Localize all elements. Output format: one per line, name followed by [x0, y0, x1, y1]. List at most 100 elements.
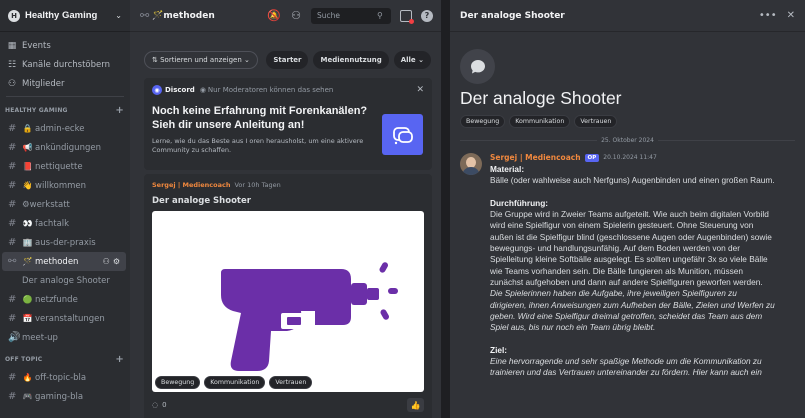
post-author[interactable]: Sergej | Mediencoach — [152, 181, 230, 189]
channel-item[interactable]: # 🔥 off-topic-bla — [2, 368, 126, 387]
add-channel-icon[interactable]: + — [115, 354, 124, 365]
channel-item[interactable]: # ⚙werkstatt — [2, 195, 126, 214]
channel-name: netzfunde — [35, 294, 78, 305]
server-header[interactable]: H Healthy Gaming ⌄ — [0, 0, 130, 32]
channel-item[interactable]: # 📢 ankündigungen — [2, 138, 126, 157]
tag-chip[interactable]: Bewegung — [460, 115, 506, 128]
forum-icon: ⚯ — [140, 9, 150, 22]
channel-emoji: 📅 — [22, 314, 33, 323]
search-icon: ⚲ — [377, 11, 383, 20]
notice-text: Lerne, wie du das Beste aus I oren herau… — [152, 137, 364, 154]
channel-emoji: 🟢 — [22, 295, 33, 304]
invite-icon[interactable]: ⚇ — [103, 257, 110, 266]
procedure-italic: Die Spielerinnen haben die Aufgabe, ihre… — [490, 288, 775, 333]
thread-item[interactable]: Der analoge Shooter — [2, 271, 126, 290]
server-nav: ▦ Events ☷ Kanäle durchstöbern ⚇ Mitglie… — [0, 32, 130, 93]
channel-item[interactable]: # 👋 willkommen — [2, 176, 126, 195]
eye-icon: ◉ — [199, 86, 206, 94]
date-divider-label: 25. Oktober 2024 — [601, 136, 654, 144]
material-label: Material: — [490, 164, 525, 174]
post-title[interactable]: Der analoge Shooter — [152, 196, 424, 206]
goal-label: Ziel: — [490, 344, 508, 355]
channel-emoji: 📢 — [22, 143, 33, 152]
help-icon[interactable]: ? — [421, 9, 433, 22]
search-bar[interactable]: ⚲ — [311, 7, 391, 24]
members-list-icon[interactable]: ⚇ — [291, 9, 301, 22]
goal-text: Eine hervorragende und sehr spaßige Meth… — [490, 356, 762, 378]
sort-and-view-button[interactable]: ⇅ Sortieren und anzeigen ⌄ — [144, 51, 258, 69]
post-tags: Bewegung Kommunikation Vertrauen — [155, 376, 313, 389]
inbox-icon[interactable] — [400, 9, 414, 24]
channel-name: admin-ecke — [35, 123, 85, 134]
category-off-topic[interactable]: OFF TOPIC + — [0, 350, 130, 368]
channel-emoji: 👋 — [22, 181, 33, 190]
members-icon: ⚇ — [7, 78, 17, 89]
nav-item-label: Kanäle durchstöbern — [22, 59, 110, 70]
channel-emoji: 🔒 — [22, 124, 33, 133]
channel-name: aus-der-praxis — [35, 237, 96, 248]
post-meta: Sergej | Mediencoach Vor 10h Tagen — [152, 181, 424, 189]
tag-chip[interactable]: Vertrauen — [269, 376, 313, 389]
channel-item[interactable]: # 👀 fachtalk — [2, 214, 126, 233]
filter-all-dropdown[interactable]: Alle ⌄ — [393, 51, 431, 69]
discord-logo-icon: ◉ — [152, 85, 162, 95]
forum-post-card[interactable]: Sergej | Mediencoach Vor 10h Tagen Der a… — [144, 174, 432, 418]
tag-chip[interactable]: Bewegung — [155, 376, 201, 389]
chevron-down-icon[interactable]: ⌄ — [115, 11, 122, 20]
notification-off-icon[interactable]: 🔕 — [267, 9, 281, 22]
calendar-icon: ▦ — [7, 40, 17, 51]
gear-icon[interactable]: ⚙ — [113, 257, 120, 266]
nav-item-members[interactable]: ⚇ Mitglieder — [6, 74, 124, 93]
channel-emoji: 🎮 — [22, 392, 33, 401]
notice-visibility: Nur Moderatoren können das sehen — [207, 86, 334, 94]
nav-item-browse-channels[interactable]: ☷ Kanäle durchstöbern — [6, 55, 124, 74]
message-author[interactable]: Sergej | Mediencoach — [490, 153, 581, 162]
hash-icon: # — [8, 123, 17, 134]
add-channel-icon[interactable]: + — [115, 105, 124, 116]
category-healthy-gaming[interactable]: HEALTHY GAMING + — [0, 101, 130, 119]
panel-divider[interactable] — [441, 0, 450, 418]
post-time: Vor 10h Tagen — [234, 181, 281, 189]
tag-chip[interactable]: Vertrauen — [574, 115, 618, 128]
avatar[interactable] — [460, 153, 482, 175]
channel-item[interactable]: # 🟢 netzfunde — [2, 290, 126, 309]
close-icon[interactable]: ✕ — [416, 85, 424, 95]
filter-tag-mediennutzung[interactable]: Mediennutzung — [313, 51, 389, 69]
forum-view: ⚯ 🪄methoden 🔕 ⚇ ⚲ ? ⇅ Sortieren und anze… — [130, 0, 441, 418]
channel-item[interactable]: 🔊 meet-up — [2, 328, 126, 347]
channel-item[interactable]: # 🔒 admin-ecke — [2, 119, 126, 138]
thumbs-up-reaction-icon[interactable]: 👍 — [407, 398, 424, 412]
divider — [6, 96, 124, 97]
close-icon[interactable]: ✕ — [787, 10, 795, 21]
channel-emoji: 👀 — [22, 219, 33, 228]
tag-chip[interactable]: Kommunikation — [204, 376, 266, 389]
thread-header-title: Der analoge Shooter — [460, 10, 565, 21]
hash-icon: # — [8, 180, 17, 191]
thread-chat-icon — [460, 49, 495, 84]
channel-item[interactable]: # 📅 veranstaltungen — [2, 309, 126, 328]
message-timestamp: 20.10.2024 11:47 — [603, 154, 657, 161]
nav-item-label: Mitglieder — [22, 78, 65, 89]
channel-name: nettiquette — [35, 161, 83, 172]
channel-name: methoden — [35, 256, 79, 267]
nav-item-label: Events — [22, 40, 51, 51]
tag-chip[interactable]: Kommunikation — [509, 115, 571, 128]
thread-name: Der analoge Shooter — [22, 275, 110, 286]
channel-item[interactable]: # 🏢 aus-der-praxis — [2, 233, 126, 252]
channel-item-methoden[interactable]: ⚯ 🪄 methoden ⚇ ⚙ — [2, 252, 126, 271]
forum-filter-bar: ⇅ Sortieren und anzeigen ⌄ Starter Medie… — [144, 50, 431, 70]
more-options-icon[interactable]: ••• — [759, 10, 777, 21]
op-badge: OP — [584, 153, 600, 162]
notice-title[interactable]: Noch keine Erfahrung mit Forenkanälen? S… — [152, 104, 392, 132]
filter-tag-starter[interactable]: Starter — [266, 51, 309, 69]
channel-emoji: 🔥 — [22, 373, 33, 382]
post-image[interactable]: Bewegung Kommunikation Vertrauen — [152, 211, 424, 392]
avatar-body — [462, 167, 480, 175]
channel-emoji: 🏢 — [22, 238, 33, 247]
channel-name: veranstaltungen — [35, 313, 105, 324]
nav-item-events[interactable]: ▦ Events — [6, 36, 124, 55]
channel-item[interactable]: # 📕 nettiquette — [2, 157, 126, 176]
search-input[interactable] — [317, 11, 377, 20]
forum-title: 🪄methoden — [152, 10, 215, 21]
channel-item[interactable]: # 🎮 gaming-bla — [2, 387, 126, 406]
